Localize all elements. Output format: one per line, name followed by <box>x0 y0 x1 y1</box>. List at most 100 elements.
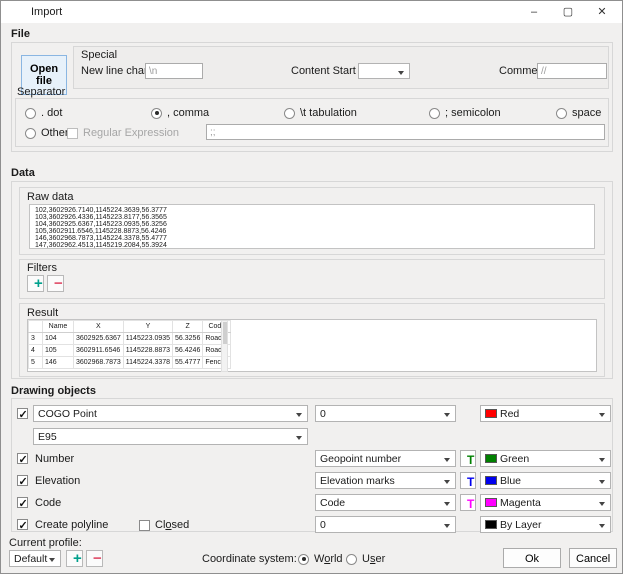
closed-checkbox[interactable]: Closed <box>139 518 189 532</box>
polyline-color-select[interactable]: By Layer <box>480 516 611 533</box>
cogo-type-value: COGO Point <box>38 408 97 420</box>
result-area: Name X Y Z Code 3 104 3602925.6367 11452… <box>27 319 597 372</box>
color-swatch <box>485 498 497 507</box>
result-scrollbar[interactable] <box>221 320 228 372</box>
elevation-checkbox[interactable] <box>17 475 28 486</box>
text-icon: T <box>467 497 474 511</box>
polyline-color-value: By Layer <box>500 519 541 531</box>
radio-comma[interactable]: , comma <box>151 106 209 120</box>
radio-tabulation-label: \t tabulation <box>300 107 357 119</box>
minimize-icon[interactable]: – <box>519 1 549 23</box>
remove-filter-button[interactable]: − <box>47 275 64 292</box>
world-radio[interactable]: World <box>298 552 343 566</box>
polyline-layer-value: 0 <box>320 519 326 531</box>
window-title: Import <box>31 1 62 23</box>
cogo-type-select[interactable]: COGO Point <box>33 405 308 422</box>
drawing-objects-title: Drawing objects <box>11 385 96 397</box>
color-swatch <box>485 520 497 529</box>
cogo-layer-select[interactable]: 0 <box>315 405 456 422</box>
result-row[interactable]: 4 105 3602911.6546 1145228.8873 56.4246 … <box>29 345 231 357</box>
separator-group-label: Separator <box>17 85 65 99</box>
code-style-select[interactable]: Code <box>315 494 456 511</box>
content-start-line-select[interactable] <box>358 63 410 79</box>
add-filter-button[interactable]: + <box>27 275 44 292</box>
col-y: Y <box>123 321 172 333</box>
comment-input[interactable] <box>537 63 607 79</box>
data-section-title: Data <box>11 167 35 179</box>
number-checkbox[interactable] <box>17 453 28 464</box>
radio-semicolon[interactable]: ; semicolon <box>429 106 501 120</box>
regular-expression-checkbox[interactable]: Regular Expression <box>67 126 179 140</box>
cogo-color-select[interactable]: Red <box>480 405 611 422</box>
radio-dot-circle[interactable] <box>25 108 36 119</box>
row-number: 4 <box>29 345 43 357</box>
world-radio-label: World <box>314 553 343 565</box>
closed-checkbox-box[interactable] <box>139 520 150 531</box>
radio-space[interactable]: space <box>556 106 601 120</box>
minus-icon: − <box>93 550 102 567</box>
create-polyline-checkbox[interactable] <box>17 519 28 530</box>
file-section-title: File <box>11 28 30 40</box>
code-text-style-button[interactable]: T <box>460 494 476 511</box>
radio-tabulation-circle[interactable] <box>284 108 295 119</box>
profile-select[interactable]: Default <box>9 550 61 567</box>
radio-other[interactable]: Other <box>25 126 69 140</box>
cell-y: 1145228.8873 <box>123 345 172 357</box>
raw-data-text: 102,3602926.7140,1145224.3639,56.3777 10… <box>30 205 594 249</box>
separator-pattern-input[interactable] <box>206 124 605 140</box>
cogo-point-checkbox[interactable] <box>17 408 28 419</box>
result-scrollbar-thumb[interactable] <box>223 322 227 344</box>
import-dialog: Import – ▢ ✕ File Open file Special New … <box>0 0 623 574</box>
cancel-button[interactable]: Cancel <box>569 548 617 568</box>
cell-x: 3602925.6367 <box>74 333 124 345</box>
result-header-row: Name X Y Z Code <box>29 321 231 333</box>
cogo-style-select[interactable]: E95 <box>33 428 308 445</box>
world-radio-circle[interactable] <box>298 554 309 565</box>
code-checkbox[interactable] <box>17 497 28 508</box>
radio-semicolon-circle[interactable] <box>429 108 440 119</box>
chevron-down-icon <box>599 524 605 528</box>
radio-space-circle[interactable] <box>556 108 567 119</box>
user-radio-circle[interactable] <box>346 554 357 565</box>
cell-y: 1145223.0935 <box>123 333 172 345</box>
result-row[interactable]: 3 104 3602925.6367 1145223.0935 56.3256 … <box>29 333 231 345</box>
new-line-char-input[interactable] <box>145 63 203 79</box>
add-profile-button[interactable]: + <box>66 550 83 567</box>
code-label: Code <box>35 496 61 510</box>
elevation-color-select[interactable]: Blue <box>480 472 611 489</box>
color-swatch <box>485 476 497 485</box>
chevron-down-icon <box>444 524 450 528</box>
maximize-icon[interactable]: ▢ <box>553 1 583 23</box>
color-swatch <box>485 454 497 463</box>
cell-z: 56.4246 <box>173 345 203 357</box>
ok-button[interactable]: Ok <box>503 548 561 568</box>
radio-tabulation[interactable]: \t tabulation <box>284 106 357 120</box>
elevation-style-select[interactable]: Elevation marks <box>315 472 456 489</box>
number-text-style-button[interactable]: T <box>460 450 476 467</box>
elevation-text-style-button[interactable]: T <box>460 472 476 489</box>
regular-expression-box[interactable] <box>67 128 78 139</box>
radio-dot-label: . dot <box>41 107 62 119</box>
row-number-header <box>29 321 43 333</box>
number-label: Number <box>35 452 74 466</box>
radio-other-circle[interactable] <box>25 128 36 139</box>
radio-comma-circle[interactable] <box>151 108 162 119</box>
elevation-style-value: Elevation marks <box>320 475 395 487</box>
remove-profile-button[interactable]: − <box>86 550 103 567</box>
close-icon[interactable]: ✕ <box>587 1 617 23</box>
number-color-select[interactable]: Green <box>480 450 611 467</box>
raw-data-textarea[interactable]: 102,3602926.7140,1145224.3639,56.3777 10… <box>29 204 595 249</box>
cogo-layer-value: 0 <box>320 408 326 420</box>
polyline-layer-select[interactable]: 0 <box>315 516 456 533</box>
plus-icon: + <box>34 275 43 292</box>
result-label: Result <box>27 306 58 320</box>
chevron-down-icon <box>444 502 450 506</box>
number-style-select[interactable]: Geopoint number <box>315 450 456 467</box>
number-color-value: Green <box>500 453 529 465</box>
code-color-select[interactable]: Magenta <box>480 494 611 511</box>
user-radio[interactable]: User <box>346 552 385 566</box>
cogo-style-value: E95 <box>38 431 57 443</box>
profile-value: Default <box>14 553 47 565</box>
result-row[interactable]: 5 146 3602968.7873 1145224.3378 55.4777 … <box>29 357 231 369</box>
radio-dot[interactable]: . dot <box>25 106 62 120</box>
